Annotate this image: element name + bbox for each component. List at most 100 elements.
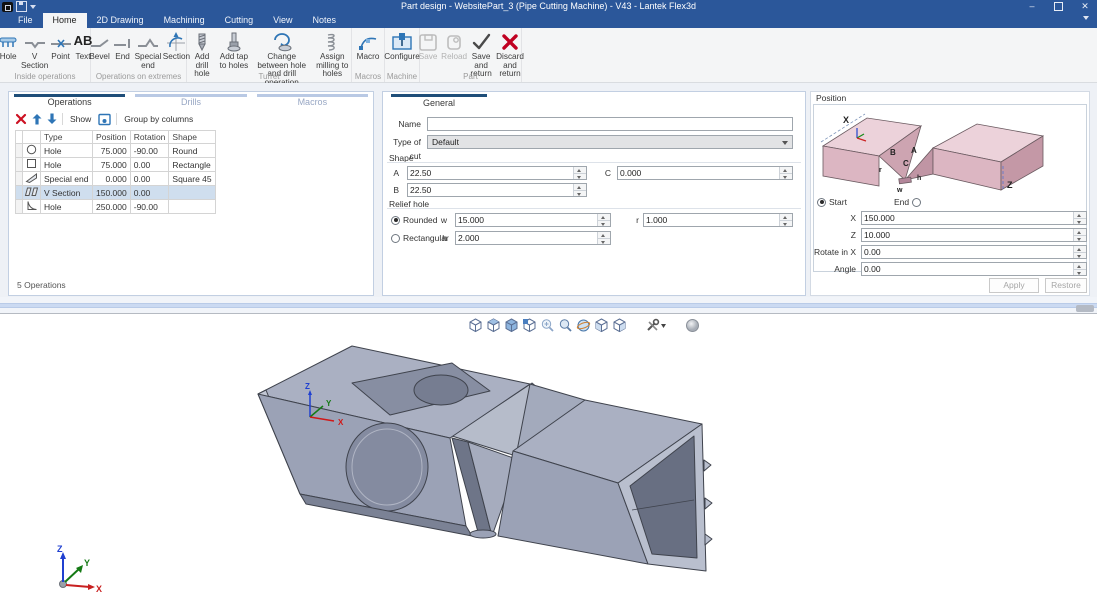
- position-z-input[interactable]: [864, 229, 1071, 241]
- macro-button[interactable]: Macro: [353, 30, 383, 62]
- spinner[interactable]: [1073, 229, 1086, 241]
- name-field: [427, 117, 793, 131]
- tab-file[interactable]: File: [8, 13, 43, 28]
- close-button[interactable]: ✕: [1077, 0, 1093, 13]
- maximize-button[interactable]: [1054, 2, 1063, 11]
- ribbon-group-turret: Add drill hole Add tap to holes Change b…: [187, 28, 352, 82]
- restore-button[interactable]: Restore: [1045, 278, 1087, 293]
- ribbon-group-operations-on-extremes: Bevel End Special end Section Operations…: [91, 28, 187, 82]
- relief-r-field: [643, 213, 793, 227]
- position-diagram: X B A C r w h Z: [817, 108, 1057, 194]
- relief-h-input[interactable]: [458, 232, 595, 244]
- titlebar: Part design - WebsitePart_3 (Pipe Cuttin…: [0, 0, 1097, 13]
- toolbar-separator: [62, 113, 63, 125]
- table-row[interactable]: Hole75.000 -90.00Round: [16, 144, 216, 158]
- shape-a-field: [407, 166, 587, 180]
- panel-splitter[interactable]: [0, 297, 1097, 313]
- v-section-button[interactable]: V Section: [21, 30, 49, 70]
- spinner[interactable]: [573, 184, 586, 196]
- table-row[interactable]: Special end0.000 0.00Square 45: [16, 172, 216, 186]
- section-button[interactable]: Section: [163, 30, 189, 62]
- table-row[interactable]: Hole75.000 0.00Rectangle: [16, 158, 216, 172]
- point-button[interactable]: Point: [50, 30, 72, 62]
- tab-home[interactable]: Home: [43, 13, 87, 28]
- show-button[interactable]: Show: [68, 114, 93, 124]
- viewport-3d[interactable]: Z Y X Z Y X: [0, 313, 1097, 600]
- reload-icon: [442, 30, 466, 53]
- spinner[interactable]: [779, 167, 792, 179]
- group-by-columns-button[interactable]: Group by columns: [122, 114, 195, 124]
- ribbon-group-macros: Macro Macros: [352, 28, 385, 82]
- circle-icon: [24, 144, 39, 155]
- change-hole-drill-icon: [269, 30, 295, 53]
- window-title: Part design - WebsitePart_3 (Pipe Cuttin…: [0, 0, 1097, 13]
- spinner[interactable]: [1073, 212, 1086, 224]
- end-button[interactable]: End: [113, 30, 133, 62]
- ribbon-group-machine: Configure Machine: [385, 28, 420, 82]
- position-x-input[interactable]: [864, 212, 1071, 224]
- ribbon: Hole V Section Point AB Text Inside oper…: [0, 28, 1097, 83]
- configure-button[interactable]: Configure: [385, 30, 419, 62]
- tab-notes[interactable]: Notes: [302, 13, 346, 28]
- position-panel: Position X B A C r: [810, 91, 1090, 296]
- name-input[interactable]: [430, 118, 790, 130]
- move-down-icon[interactable]: [47, 113, 57, 125]
- tab-cutting[interactable]: Cutting: [215, 13, 264, 28]
- bevel-button[interactable]: Bevel: [88, 30, 112, 62]
- shape-c-label: C: [599, 166, 611, 180]
- rounded-radio[interactable]: Rounded: [391, 215, 438, 225]
- section-icon: [164, 30, 188, 53]
- add-tap-to-holes-button[interactable]: Add tap to holes: [218, 30, 250, 70]
- hole-button[interactable]: Hole: [0, 30, 20, 62]
- shape-b-input[interactable]: [410, 184, 571, 196]
- tab-2d-drawing[interactable]: 2D Drawing: [87, 13, 154, 28]
- relief-h-label: h: [435, 231, 447, 245]
- table-row-selected[interactable]: V Section150.000 0.00: [16, 186, 216, 200]
- save-button[interactable]: Save: [416, 30, 440, 62]
- angle-input[interactable]: [864, 263, 1071, 275]
- spinner[interactable]: [1073, 263, 1086, 275]
- spinner[interactable]: [573, 167, 586, 179]
- start-radio[interactable]: Start: [817, 197, 847, 207]
- spinner[interactable]: [779, 214, 792, 226]
- special-end-button[interactable]: Special end: [134, 30, 163, 70]
- table-row[interactable]: Hole250.000 -90.00: [16, 200, 216, 214]
- splitter-collapse-handle[interactable]: [1076, 305, 1094, 312]
- tab-machining[interactable]: Machining: [154, 13, 215, 28]
- apply-button[interactable]: Apply: [989, 278, 1039, 293]
- spinner[interactable]: [597, 214, 610, 226]
- tab-macros[interactable]: Macros: [252, 92, 373, 109]
- delete-operation-icon[interactable]: [15, 113, 27, 125]
- shape-a-input[interactable]: [410, 167, 571, 179]
- operations-table: Type Position Rotation Shape Hole75.000 …: [15, 130, 216, 214]
- tab-general[interactable]: General: [391, 98, 487, 108]
- move-up-icon[interactable]: [32, 113, 42, 125]
- preview-icon[interactable]: [98, 113, 111, 126]
- tab-drills[interactable]: Drills: [130, 92, 251, 109]
- rotate-in-x-input[interactable]: [864, 246, 1071, 258]
- operations-count: 5 Operations: [17, 280, 66, 290]
- type-of-cut-dropdown[interactable]: Default: [427, 135, 793, 149]
- svg-text:Y: Y: [326, 399, 332, 408]
- svg-text:Z: Z: [1007, 180, 1013, 190]
- part-3d-model[interactable]: Z Y X Z Y X: [0, 314, 1097, 600]
- relief-r-input[interactable]: [646, 214, 777, 226]
- spinner[interactable]: [597, 232, 610, 244]
- minimize-button[interactable]: –: [1024, 0, 1040, 13]
- configure-icon: [390, 30, 414, 53]
- spinner[interactable]: [1073, 246, 1086, 258]
- shape-c-input[interactable]: [620, 167, 777, 179]
- point-icon: [49, 30, 73, 53]
- radio-icon: [912, 198, 921, 207]
- name-label: Name: [383, 117, 421, 131]
- reload-button[interactable]: Reload: [441, 30, 467, 62]
- tab-view[interactable]: View: [263, 13, 302, 28]
- svg-text:B: B: [890, 148, 896, 157]
- ribbon-group-part: Save Reload Save and return Discard and …: [420, 28, 522, 82]
- hole-icon: [0, 30, 20, 53]
- relief-w-input[interactable]: [458, 214, 595, 226]
- collapse-ribbon-icon[interactable]: [1083, 16, 1089, 23]
- relief-w-field: [455, 213, 611, 227]
- end-radio[interactable]: End: [894, 197, 924, 207]
- tab-operations[interactable]: Operations: [9, 92, 130, 109]
